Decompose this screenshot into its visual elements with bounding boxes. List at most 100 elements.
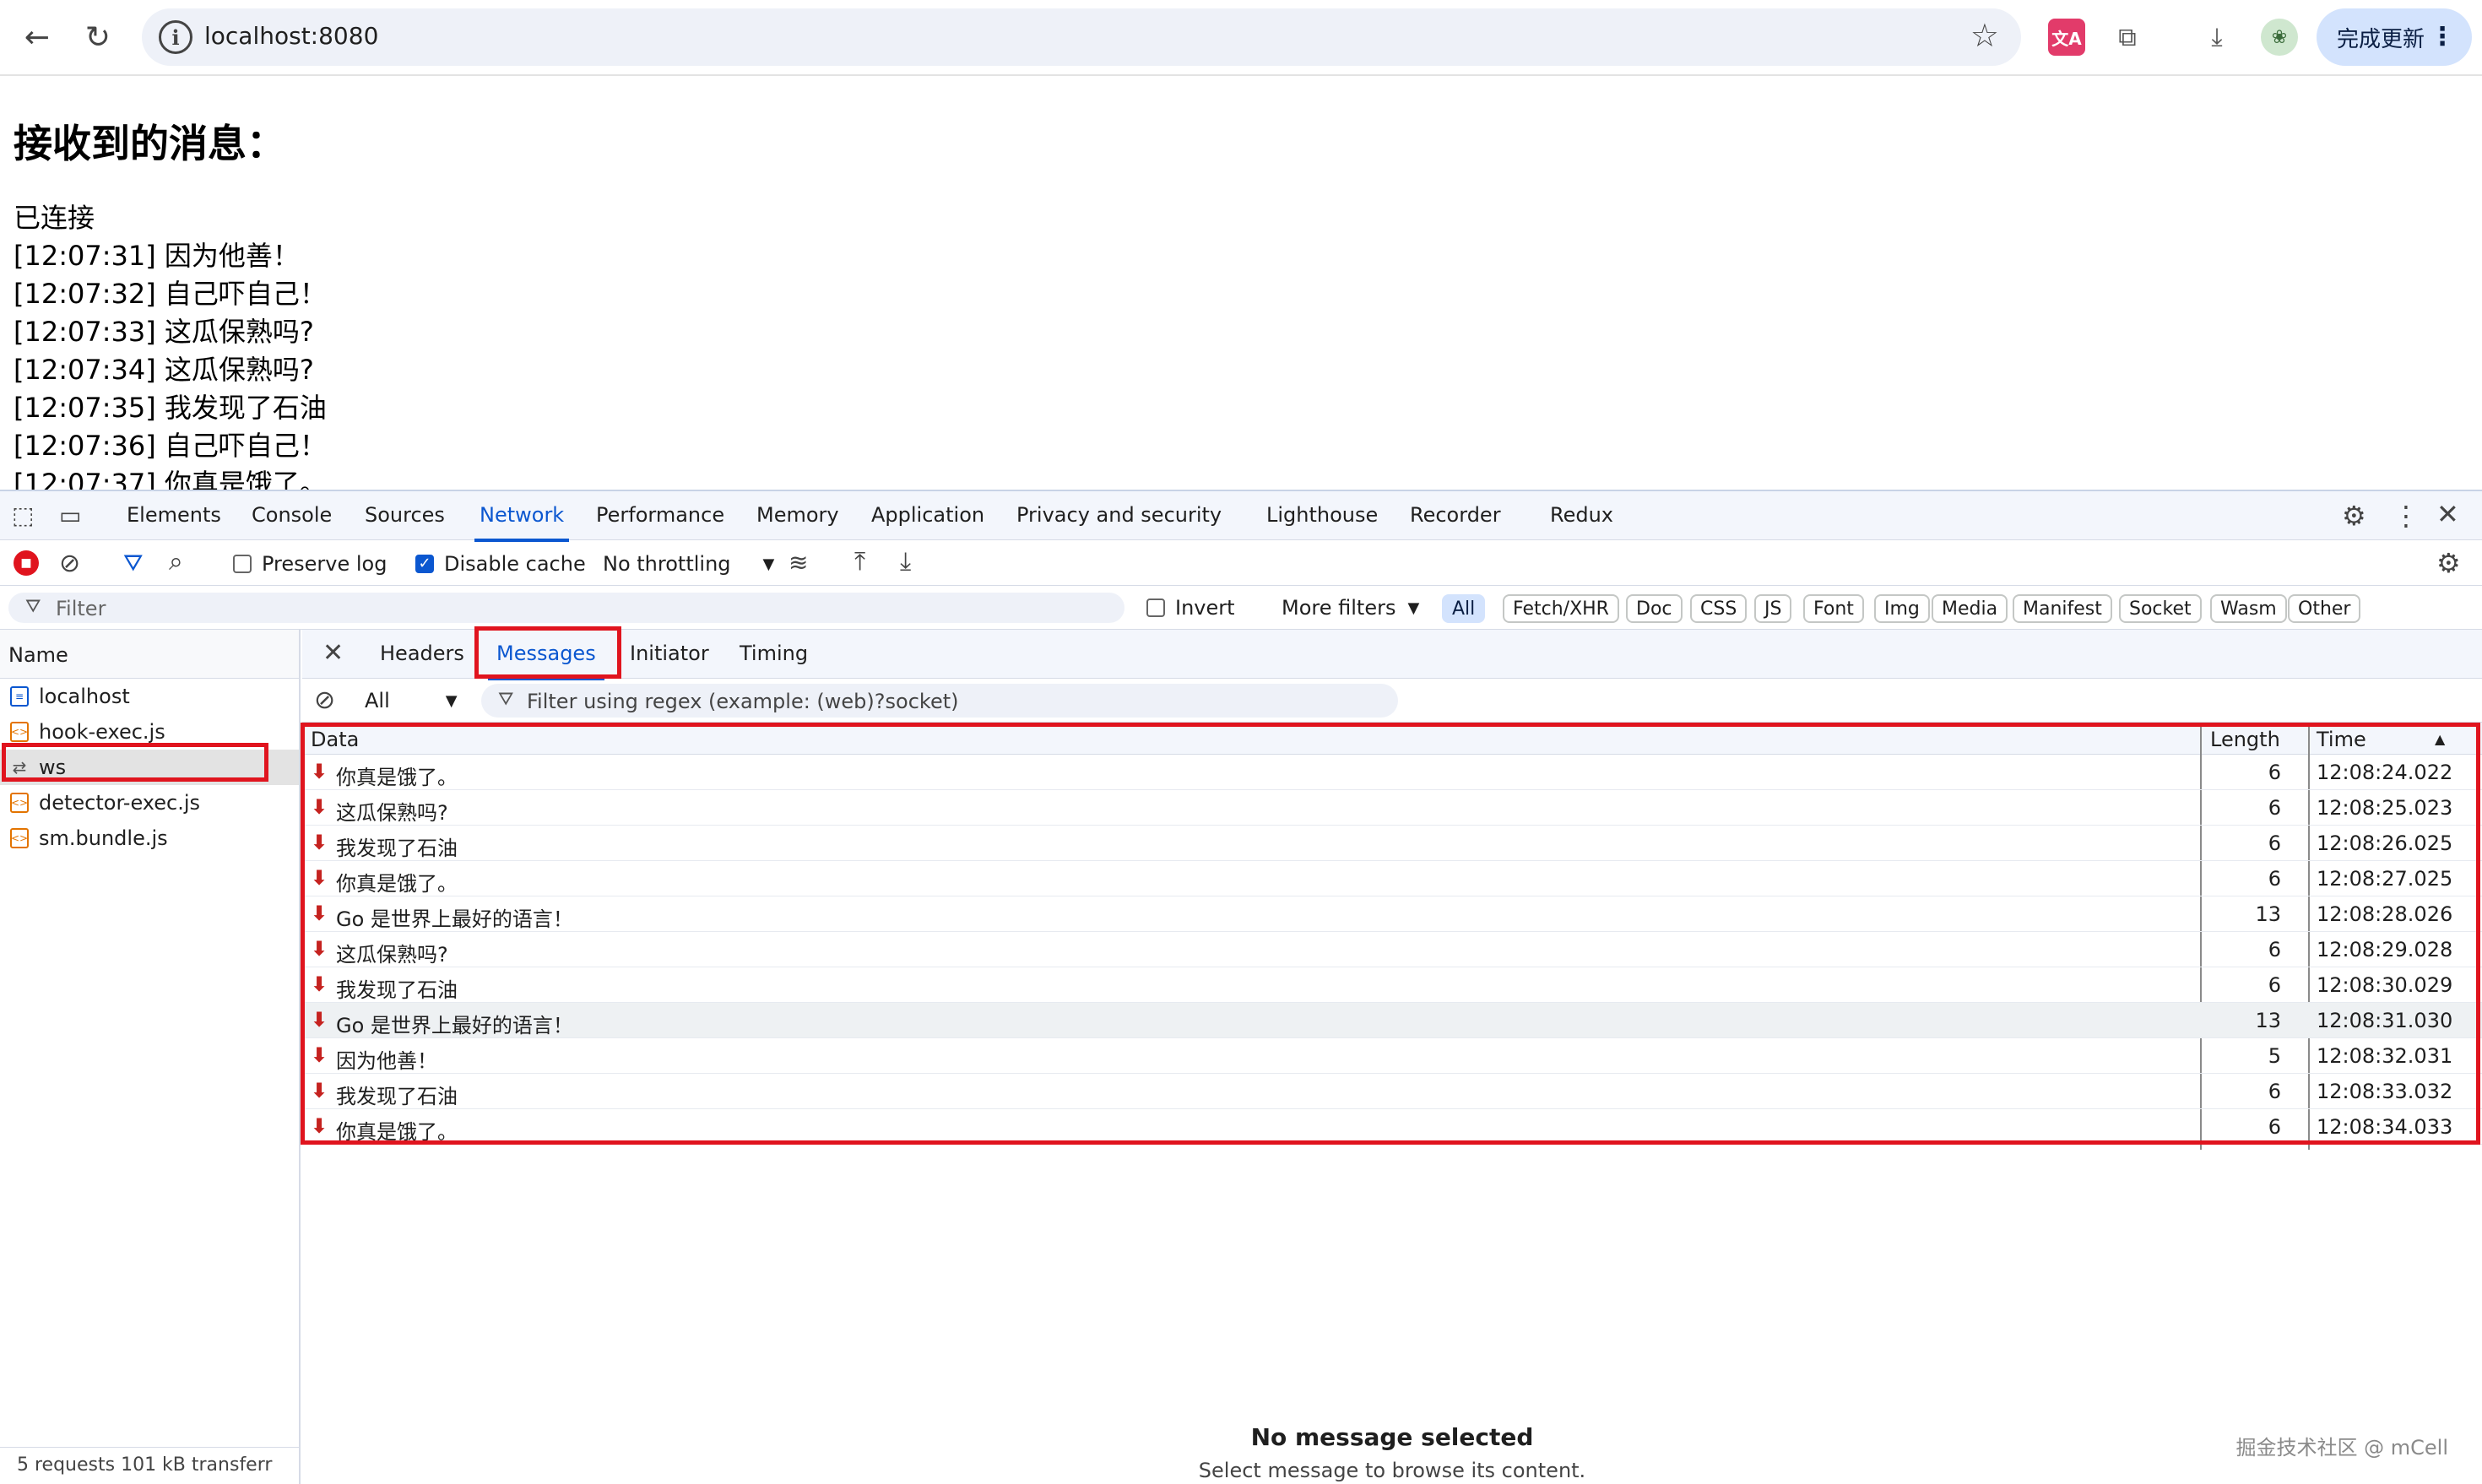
more-options-icon[interactable]: ⋮ <box>2393 500 2420 532</box>
dropdown-arrow-icon: ▼ <box>445 691 458 710</box>
regex-filter-placeholder: Filter using regex (example: (web)?socke… <box>527 690 959 713</box>
disable-cache-checkbox[interactable]: ✓ Disable cache <box>415 552 586 576</box>
translate-extension-icon[interactable]: 文A <box>2048 19 2085 56</box>
search-icon[interactable]: ⌕ <box>169 547 183 577</box>
name-column-header[interactable]: Name <box>0 630 299 679</box>
invert-checkbox[interactable]: Invert <box>1146 596 1235 620</box>
dropdown-arrow-icon: ▼ <box>1407 598 1420 617</box>
message-line: [12:07:34] 这瓜保熟吗? <box>14 354 314 386</box>
checkbox-checked-icon: ✓ <box>415 555 434 573</box>
menu-kebab-icon[interactable]: ⋮ <box>2430 22 2455 51</box>
request-name: localhost <box>39 685 130 708</box>
tab-lighthouse[interactable]: Lighthouse <box>1266 503 1378 527</box>
clear-messages-icon[interactable]: ⊘ <box>314 685 335 715</box>
update-button[interactable]: 完成更新 ⋮ <box>2317 8 2472 66</box>
page-content: 接收到的消息： 已连接 [12:07:31] 因为他善！ [12:07:32] … <box>0 78 2482 490</box>
type-filter-manifest[interactable]: Manifest <box>2013 594 2112 623</box>
tab-memory[interactable]: Memory <box>756 503 839 527</box>
throttling-select[interactable]: No throttling ▼ <box>603 552 774 576</box>
filter-input[interactable]: ⛛ Filter <box>8 593 1124 623</box>
request-name: sm.bundle.js <box>39 826 168 850</box>
inspect-element-icon[interactable]: ⬚ <box>12 501 34 529</box>
highlight-messages-tab <box>474 626 621 679</box>
settings-gear-icon[interactable]: ⚙ <box>2342 500 2366 532</box>
request-item[interactable]: <> sm.bundle.js <box>0 821 299 856</box>
filter-bar: ⛛ Filter Invert More filters ▼ All Fetch… <box>0 586 2482 630</box>
type-filter-wasm[interactable]: Wasm <box>2210 594 2287 623</box>
highlight-messages-table <box>301 723 2480 1145</box>
message-line: [12:07:36] 自己吓自己！ <box>14 430 327 462</box>
tab-application[interactable]: Application <box>871 503 984 527</box>
type-filter-media[interactable]: Media <box>1932 594 2008 623</box>
close-devtools-icon[interactable]: ✕ <box>2436 498 2459 530</box>
clear-icon[interactable]: ⊘ <box>59 549 80 578</box>
script-icon: <> <box>10 828 29 848</box>
tab-headers[interactable]: Headers <box>380 642 464 665</box>
tab-performance[interactable]: Performance <box>596 503 724 527</box>
type-filter-css[interactable]: CSS <box>1690 594 1748 623</box>
type-filter-fetch-xhr[interactable]: Fetch/XHR <box>1503 594 1619 623</box>
empty-state-subtitle: Select message to browse its content. <box>1198 1459 1586 1482</box>
highlight-ws-request <box>2 743 268 782</box>
close-detail-icon[interactable]: ✕ <box>322 638 344 668</box>
type-filter-all[interactable]: All <box>1442 594 1486 623</box>
tab-recorder[interactable]: Recorder <box>1410 503 1501 527</box>
type-filter-js[interactable]: JS <box>1754 594 1792 623</box>
filter-placeholder: Filter <box>56 597 106 620</box>
dropdown-arrow-icon: ▼ <box>762 555 775 573</box>
tab-timing[interactable]: Timing <box>740 642 808 665</box>
devtools-tab-bar: ⬚ ▭ Elements Console Sources Network Per… <box>0 491 2482 542</box>
site-info-icon[interactable]: i <box>159 20 192 54</box>
browser-toolbar: ← ↻ i localhost:8080 ☆ 文A ⧉ ⤓ ❀ 完成更新 ⋮ <box>0 0 2482 76</box>
extensions-puzzle-icon[interactable]: ⧉ <box>2109 19 2146 56</box>
regex-filter-input[interactable]: ⛛ Filter using regex (example: (web)?soc… <box>481 684 1398 718</box>
message-type-select[interactable]: All ▼ <box>365 689 458 712</box>
network-conditions-icon[interactable]: ≋ <box>788 549 808 577</box>
devtools-panel: ⬚ ▭ Elements Console Sources Network Per… <box>0 490 2482 1484</box>
detail-tab-bar: ✕ Headers Messages Initiator Timing <box>302 630 2482 680</box>
network-settings-icon[interactable]: ⚙ <box>2436 547 2461 579</box>
watermark: 掘金技术社区 @ mCell <box>2235 1436 2449 1460</box>
filter-funnel-icon: ⛛ <box>498 689 514 710</box>
record-stop-icon[interactable]: ■ <box>14 550 39 576</box>
tab-console[interactable]: Console <box>252 503 332 527</box>
tab-redux[interactable]: Redux <box>1550 503 1613 527</box>
more-filters-label: More filters <box>1282 596 1396 620</box>
type-filter-other[interactable]: Other <box>2288 594 2361 623</box>
device-toolbar-icon[interactable]: ▭ <box>59 501 81 529</box>
document-icon: ≡ <box>10 686 29 707</box>
type-filter-socket[interactable]: Socket <box>2119 594 2202 623</box>
tab-elements[interactable]: Elements <box>127 503 221 527</box>
reload-icon[interactable]: ↻ <box>78 17 118 57</box>
more-filters-dropdown[interactable]: More filters ▼ <box>1282 596 1419 620</box>
message-line: [12:07:35] 我发现了石油 <box>14 392 327 424</box>
bookmark-star-icon[interactable]: ☆ <box>1970 17 1999 54</box>
message-line: [12:07:37] 你真是饿了。 <box>14 468 327 490</box>
update-button-label: 完成更新 <box>2337 26 2425 52</box>
request-item[interactable]: ≡ localhost <box>0 679 299 714</box>
filter-icon[interactable]: ⛛ <box>123 549 144 577</box>
preserve-log-checkbox[interactable]: Preserve log <box>233 552 387 576</box>
message-type-value: All <box>365 689 390 712</box>
url-text[interactable]: localhost:8080 <box>204 22 378 50</box>
page-heading: 接收到的消息： <box>14 121 285 166</box>
tab-initiator[interactable]: Initiator <box>630 642 709 665</box>
type-filter-img[interactable]: Img <box>1874 594 1930 623</box>
messages-filter-bar: ⊘ All ▼ ⛛ Filter using regex (example: (… <box>302 679 2482 723</box>
address-bar[interactable]: i localhost:8080 ☆ <box>142 8 2021 66</box>
tab-privacy-security[interactable]: Privacy and security <box>1016 503 1222 527</box>
message-line: [12:07:31] 因为他善！ <box>14 240 300 272</box>
import-har-icon[interactable]: ⤒ <box>854 547 865 577</box>
back-icon[interactable]: ← <box>17 17 57 57</box>
profile-avatar[interactable]: ❀ <box>2261 19 2298 56</box>
request-item[interactable]: <> detector-exec.js <box>0 785 299 821</box>
type-filter-font[interactable]: Font <box>1803 594 1864 623</box>
tab-network[interactable]: Network <box>474 503 570 542</box>
empty-state-title: No message selected <box>1250 1423 1534 1451</box>
message-line: [12:07:32] 自己吓自己！ <box>14 278 327 310</box>
tab-sources[interactable]: Sources <box>365 503 445 527</box>
type-filter-doc[interactable]: Doc <box>1626 594 1683 623</box>
invert-label: Invert <box>1175 596 1235 620</box>
export-har-icon[interactable]: ⤓ <box>900 547 911 577</box>
download-icon[interactable]: ⤓ <box>2198 19 2235 56</box>
